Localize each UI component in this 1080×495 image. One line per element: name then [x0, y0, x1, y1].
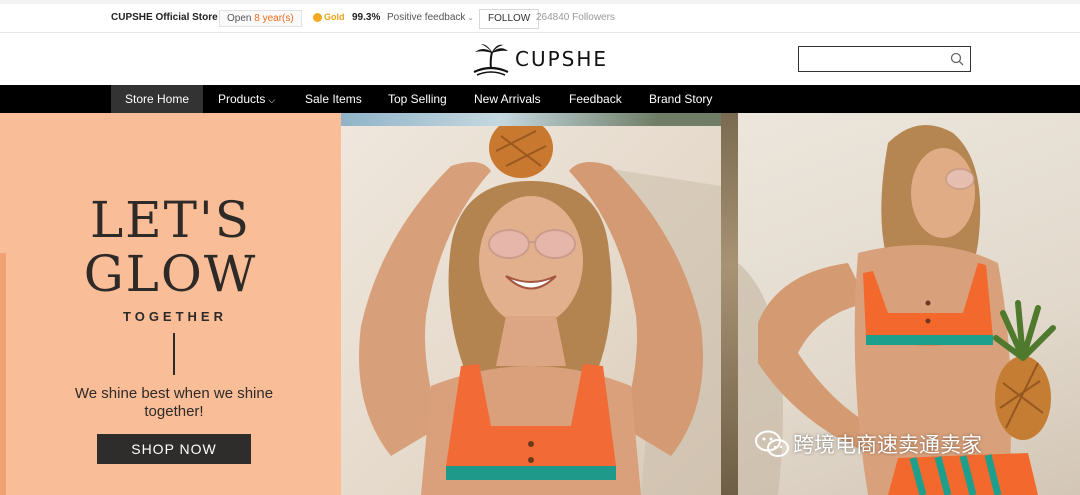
nav-label: New Arrivals — [474, 92, 541, 106]
chevron-down-icon: ⌄ — [467, 13, 475, 22]
nav-item-new-arrivals[interactable]: New Arrivals — [474, 85, 541, 113]
hero-banner[interactable]: LET'S GLOW TOGETHER We shine best when w… — [0, 113, 1080, 495]
nav-label: Top Selling — [388, 92, 447, 106]
headline-line-1: LET'S — [89, 191, 252, 249]
store-name[interactable]: CUPSHE Official Store — [111, 12, 218, 23]
nav-item-feedback[interactable]: Feedback — [569, 85, 622, 113]
headline-line-2: GLOW — [83, 245, 258, 303]
chevron-down-icon: ⌵ — [268, 95, 276, 105]
search-input[interactable] — [803, 50, 943, 68]
nav-label: Feedback — [569, 92, 622, 106]
follower-count: 264840 Followers — [536, 12, 615, 23]
hero-headline: LET'S GLOW — [0, 193, 341, 301]
shop-now-button[interactable]: SHOP NOW — [97, 434, 251, 464]
feedback-label: Positive feedback — [387, 12, 466, 23]
nav-label: Brand Story — [649, 92, 713, 106]
nav-label: Products — [218, 92, 266, 106]
store-search-box — [798, 46, 971, 72]
model-photo-1 — [341, 126, 721, 495]
gold-seller-badge: Gold — [313, 12, 345, 22]
nav-item-products[interactable]: Products ⌵ — [218, 85, 275, 113]
wechat-watermark: 跨境电商速卖通卖家 — [755, 429, 982, 459]
store-age-years: 8 year(s) — [254, 13, 294, 24]
model-1-illustration — [359, 126, 721, 495]
watermark-text: 跨境电商速卖通卖家 — [793, 434, 982, 457]
palm-tree-logo-icon — [473, 44, 509, 76]
nav-item-top-selling[interactable]: Top Selling — [388, 85, 447, 113]
open-prefix: Open — [227, 13, 255, 24]
medal-icon — [313, 12, 322, 22]
feedback-rating: 99.3% — [352, 12, 381, 23]
wechat-icon — [755, 430, 789, 457]
nav-label: Store Home — [125, 92, 190, 106]
nav-item-sale-items[interactable]: Sale Items — [305, 85, 362, 113]
hero-tagline: We shine best when we shine together! — [74, 385, 274, 420]
nav-item-store-home[interactable]: Store Home — [111, 85, 203, 113]
brand-header: CUPSHE — [0, 33, 1080, 85]
gold-label: Gold — [324, 12, 345, 22]
nav-item-brand-story[interactable]: Brand Story — [649, 85, 712, 113]
store-logo[interactable]: CUPSHE — [471, 42, 608, 76]
store-nav-bar: Store Home Products ⌵ Sale Items Top Sell… — [0, 85, 1080, 113]
photo-divider-strip — [721, 113, 738, 495]
positive-feedback-dropdown[interactable]: Positive feedback ⌄ — [387, 12, 474, 23]
hero-divider — [173, 333, 175, 375]
store-age-badge: Open 8 year(s) — [219, 10, 302, 27]
logo-text: CUPSHE — [515, 47, 609, 71]
photo-background-strip — [341, 113, 738, 126]
hero-subheadline: TOGETHER — [123, 309, 227, 324]
search-icon[interactable] — [950, 52, 964, 66]
follow-button[interactable]: FOLLOW — [479, 9, 540, 29]
store-info-bar: CUPSHE Official Store Open 8 year(s) Gol… — [0, 0, 1080, 33]
nav-label: Sale Items — [305, 92, 362, 106]
